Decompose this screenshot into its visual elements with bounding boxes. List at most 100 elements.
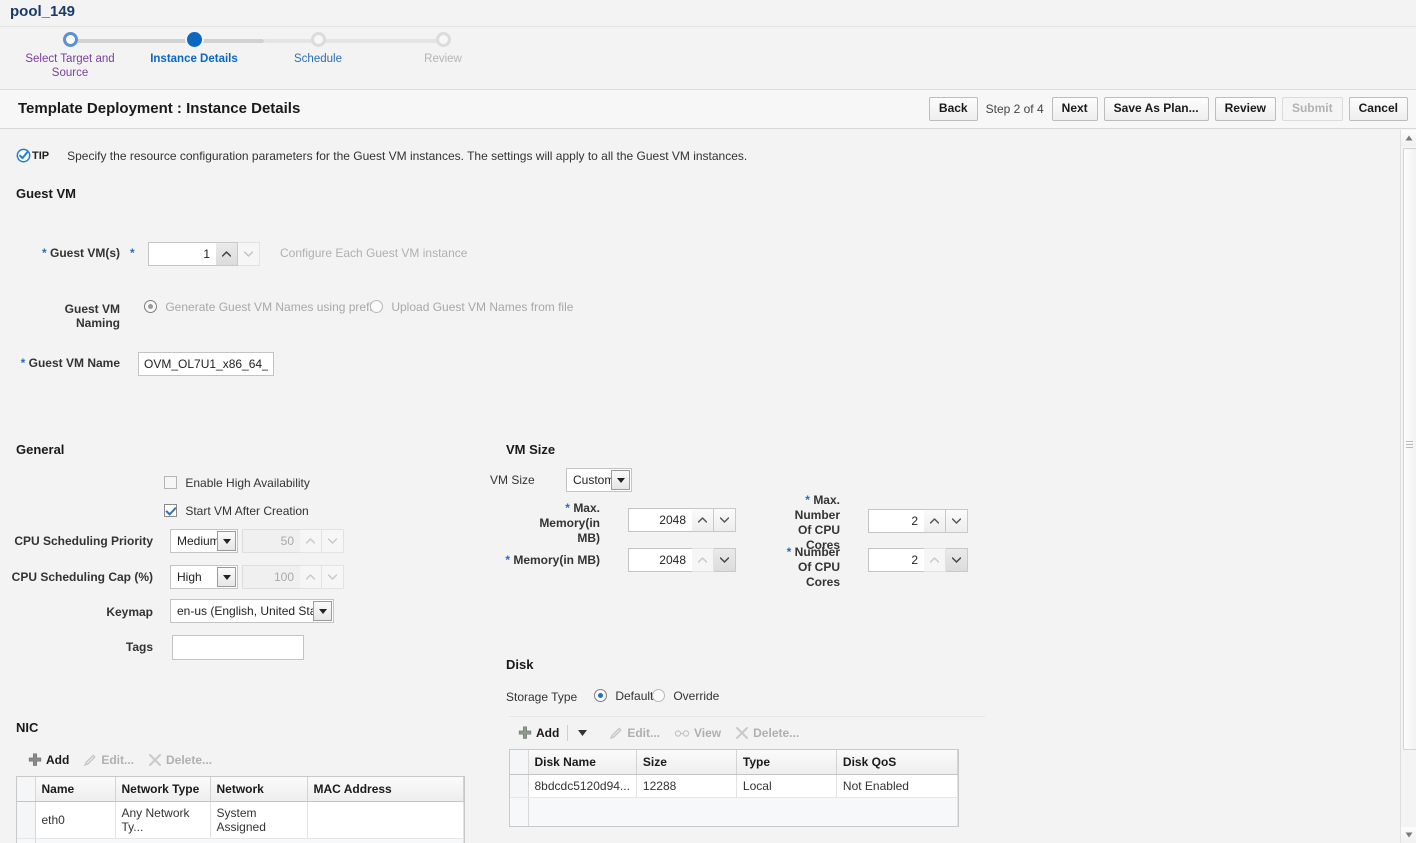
disk-col-disk-qos[interactable]: Disk QoS: [836, 750, 959, 775]
radio-storage-default-icon[interactable]: [594, 689, 607, 703]
start-vm-after-creation-row[interactable]: Start VM After Creation: [164, 503, 309, 518]
guest-vm-naming-radio-prefix: Generate Guest VM Names using prefix: [144, 299, 378, 314]
section-title-guest-vm: Guest VM: [16, 186, 76, 201]
section-title-vm-size: VM Size: [506, 442, 556, 457]
content-vertical-scrollbar[interactable]: [1400, 130, 1416, 843]
max-memory-increment-icon[interactable]: [692, 508, 714, 532]
cpu-cores-stepper[interactable]: [868, 548, 968, 572]
max-cpu-cores-label: * Max. Number Of CPU Cores: [794, 493, 840, 552]
disk-row-selector[interactable]: [510, 774, 529, 798]
train-step-label-3: Schedule: [294, 53, 342, 65]
chevron-down-icon[interactable]: [217, 567, 236, 587]
guest-vm-count-stepper[interactable]: [148, 242, 260, 266]
scroll-down-arrow-icon[interactable]: [1401, 827, 1416, 843]
tip-label: TIP: [32, 149, 50, 162]
enable-high-availability-checkbox-icon[interactable]: [164, 476, 177, 490]
guest-vm-count-input[interactable]: [148, 242, 216, 266]
max-memory-stepper[interactable]: [628, 508, 736, 532]
next-button[interactable]: Next: [1051, 97, 1098, 121]
memory-stepper[interactable]: [628, 548, 736, 572]
disk-col-disk-name[interactable]: Disk Name: [528, 750, 637, 775]
max-cpu-cores-increment-icon[interactable]: [924, 509, 946, 533]
plus-icon: [518, 726, 536, 740]
chevron-down-icon[interactable]: [611, 470, 630, 490]
nic-edit-button: Edit...: [83, 753, 134, 767]
storage-type-radio-default[interactable]: Default: [594, 688, 653, 703]
start-vm-after-creation-checkbox-icon[interactable]: [164, 504, 177, 518]
train-step-instance-details[interactable]: Instance Details: [132, 27, 256, 66]
train-step-schedule[interactable]: Schedule: [256, 27, 380, 66]
nic-col-mac-address[interactable]: MAC Address: [307, 777, 464, 802]
cpu-scheduling-priority-number-input: [242, 529, 300, 553]
table-row[interactable]: eth0 Any Network Ty... System Assigned: [17, 801, 464, 839]
required-marker: *: [786, 545, 792, 559]
disk-add-menu-button[interactable]: [578, 730, 591, 736]
memory-decrement-icon[interactable]: [714, 548, 736, 572]
radio-generate-names-icon: [144, 300, 157, 314]
vm-size-label: VM Size: [490, 473, 535, 487]
required-marker: *: [565, 501, 570, 515]
max-memory-decrement-icon[interactable]: [714, 508, 736, 532]
cancel-button[interactable]: Cancel: [1348, 97, 1408, 121]
required-marker: *: [20, 356, 26, 370]
nic-filler-gutter: [17, 838, 36, 843]
max-cpu-cores-stepper[interactable]: [868, 509, 968, 533]
max-cpu-cores-input[interactable]: [868, 509, 924, 533]
vm-size-select[interactable]: Custom: [566, 468, 632, 492]
wizard-train: Select Target and Source Instance Detail…: [0, 26, 1416, 89]
close-x-icon: [735, 726, 753, 740]
nic-row-selector[interactable]: [17, 801, 36, 839]
train-step-select-target-and-source[interactable]: Select Target and Source: [8, 27, 132, 80]
max-cpu-cores-decrement-icon[interactable]: [946, 509, 968, 533]
disk-cell-size: 12288: [636, 774, 737, 798]
radio-storage-override-label: Override: [673, 688, 720, 703]
chevron-down-icon[interactable]: [217, 531, 236, 551]
tags-input[interactable]: [172, 635, 304, 660]
pencil-icon: [609, 726, 627, 740]
enable-high-availability-row[interactable]: Enable High Availability: [164, 475, 310, 490]
cpu-cores-decrement-icon[interactable]: [946, 548, 968, 572]
disk-add-button[interactable]: Add: [518, 726, 559, 740]
header-actions: Back Step 2 of 4 Next Save As Plan... Re…: [928, 97, 1408, 121]
cpu-scheduling-cap-select[interactable]: High: [170, 565, 238, 589]
storage-type-label: Storage Type: [506, 690, 578, 704]
glasses-icon: [674, 727, 694, 739]
radio-storage-override-icon[interactable]: [652, 689, 665, 703]
nic-cell-name: eth0: [35, 801, 116, 839]
guest-vm-count-stepper-buttons: [216, 242, 260, 266]
disk-table: Disk Name Size Type Disk QoS 8bdcdc5120d…: [509, 749, 959, 827]
nic-table: Name Network Type Network MAC Address et…: [16, 776, 465, 843]
train-step-review: Review: [381, 27, 505, 66]
nic-table-gutter-header: [17, 777, 36, 802]
keymap-select[interactable]: en-us (English, United State: [170, 599, 334, 623]
memory-input[interactable]: [628, 548, 692, 572]
guest-vm-name-input[interactable]: [138, 352, 274, 376]
cpu-cores-input[interactable]: [868, 548, 924, 572]
guest-vm-naming-label: Guest VM Naming: [64, 302, 120, 330]
storage-type-radio-override[interactable]: Override: [652, 688, 719, 703]
nic-col-network[interactable]: Network: [210, 777, 308, 802]
max-memory-stepper-buttons: [692, 508, 736, 532]
table-row[interactable]: 8bdcdc5120d94... 12288 Local Not Enabled: [510, 774, 959, 798]
disk-filler-cell: [528, 797, 958, 826]
cpu-cores-stepper-buttons: [924, 548, 968, 572]
train-dot-1: [62, 32, 78, 47]
guest-vm-count-increment-icon[interactable]: [216, 242, 238, 266]
max-memory-input[interactable]: [628, 508, 692, 532]
cpu-scheduling-priority-select[interactable]: Medium: [170, 529, 238, 553]
disk-col-type[interactable]: Type: [736, 750, 837, 775]
review-button[interactable]: Review: [1214, 97, 1276, 121]
chevron-down-icon[interactable]: [313, 601, 332, 621]
vm-size-value: Custom: [573, 473, 611, 487]
scrollbar-thumb[interactable]: [1403, 148, 1416, 750]
radio-upload-names-icon: [370, 300, 383, 314]
save-as-plan-button[interactable]: Save As Plan...: [1103, 97, 1209, 121]
scroll-up-arrow-icon[interactable]: [1401, 130, 1416, 146]
disk-col-size[interactable]: Size: [636, 750, 737, 775]
nic-add-button[interactable]: Add: [28, 753, 69, 767]
cpu-scheduling-cap-stepper: [242, 565, 344, 589]
required-marker: *: [505, 553, 510, 567]
back-button[interactable]: Back: [928, 97, 978, 121]
nic-col-name[interactable]: Name: [35, 777, 116, 802]
nic-col-network-type[interactable]: Network Type: [115, 777, 211, 802]
